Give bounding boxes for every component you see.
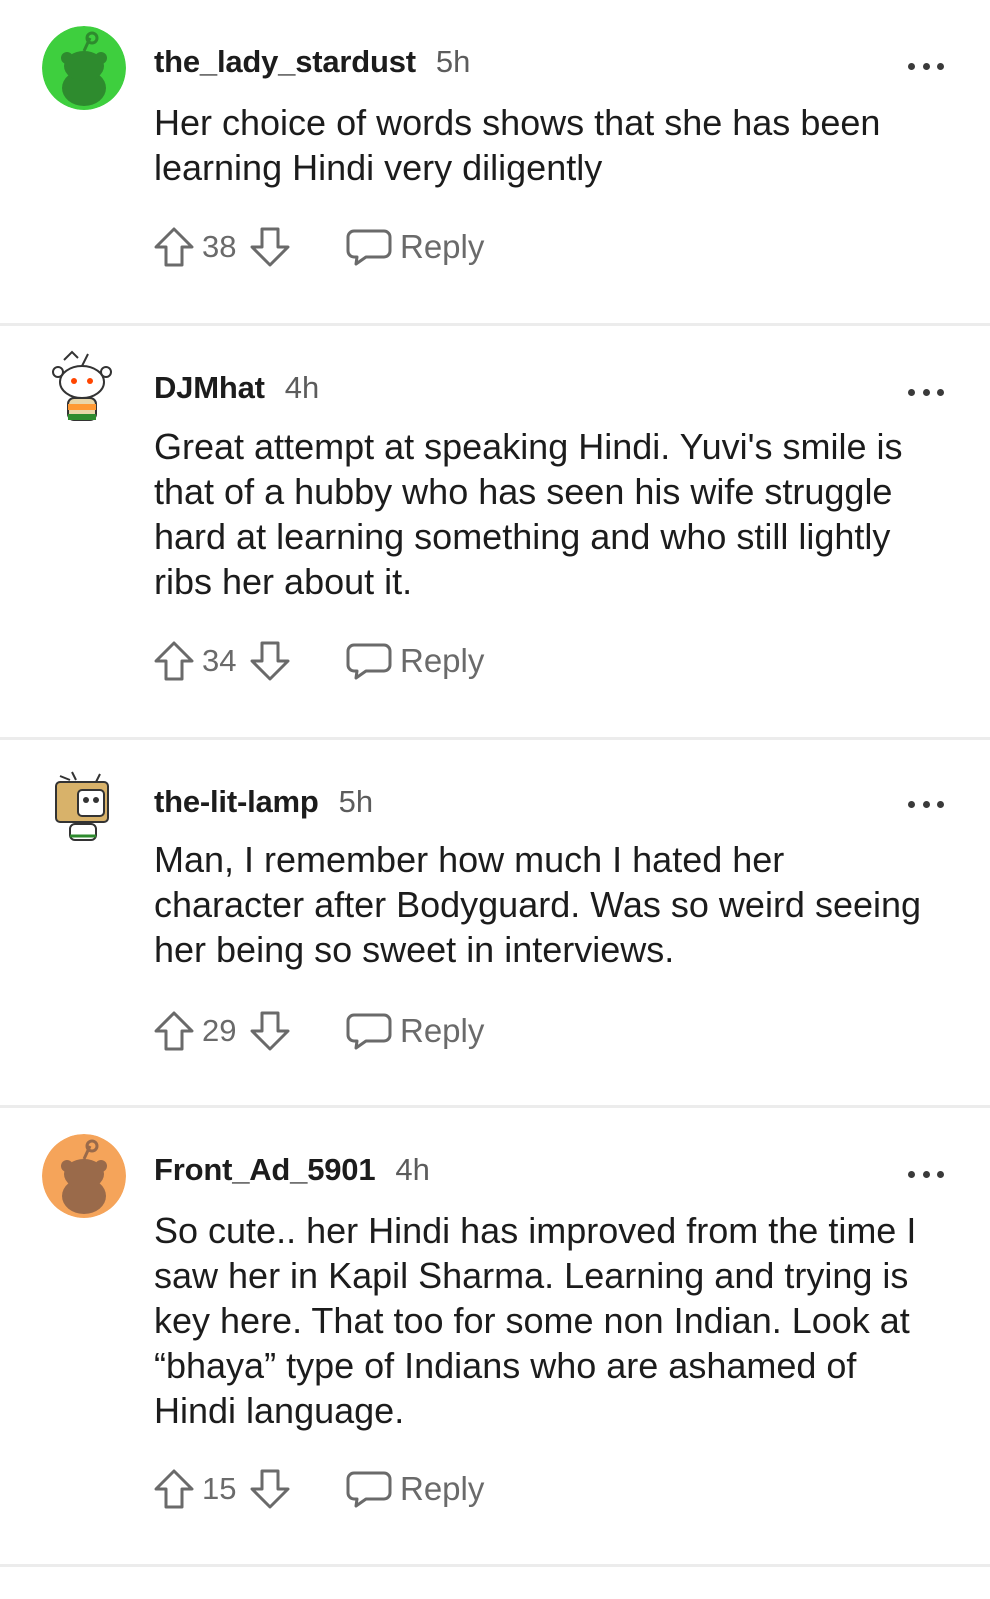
comment: DJMhat 4h Great attempt at speaking Hind…: [0, 326, 990, 738]
more-options-icon[interactable]: [908, 60, 944, 72]
speech-bubble-icon: [346, 643, 392, 680]
speech-bubble-icon: [346, 229, 392, 266]
comment: Front_Ad_5901 4h So cute.. her Hindi has…: [0, 1108, 990, 1566]
snoo-avatar-icon: [55, 771, 109, 841]
user-avatar[interactable]: [42, 348, 126, 432]
comment-body: Man, I remember how much I hated her cha…: [154, 839, 922, 970]
vote-score: 15: [202, 1471, 237, 1506]
comment-actions: 38 Reply: [150, 222, 484, 272]
comment-actions: 15 Reply: [150, 1464, 484, 1514]
more-options-icon[interactable]: [908, 798, 944, 810]
timestamp: 4h: [284, 370, 320, 405]
vote-score: 29: [202, 1013, 237, 1048]
more-options-icon[interactable]: [908, 386, 944, 398]
upvote-icon[interactable]: [150, 1007, 198, 1055]
upvote-icon[interactable]: [150, 637, 198, 685]
speech-bubble-icon: [346, 1013, 392, 1050]
comment-actions: 34 Reply: [150, 636, 484, 686]
timestamp: 5h: [338, 784, 374, 819]
vote-score: 34: [202, 643, 237, 678]
user-avatar[interactable]: [42, 1134, 126, 1218]
reply-button[interactable]: Reply: [346, 1469, 484, 1509]
more-options-icon[interactable]: [908, 1168, 944, 1180]
comment-meta: the_lady_stardust 5h: [154, 44, 470, 84]
timestamp: 4h: [395, 1152, 430, 1187]
reply-button[interactable]: Reply: [346, 1011, 484, 1051]
comment-body: Great attempt at speaking Hindi. Yuvi's …: [154, 426, 903, 602]
comment-meta: DJMhat 4h: [154, 370, 319, 410]
snoo-avatar-icon: [42, 26, 126, 110]
snoo-avatar-icon: [52, 350, 112, 421]
username[interactable]: the_lady_stardust: [154, 44, 416, 80]
downvote-icon[interactable]: [246, 1465, 294, 1513]
downvote-icon[interactable]: [246, 637, 294, 685]
reply-label: Reply: [400, 1012, 485, 1049]
reply-label: Reply: [400, 228, 485, 265]
username[interactable]: Front_Ad_5901: [154, 1152, 376, 1188]
timestamp: 5h: [435, 44, 471, 79]
username[interactable]: the-lit-lamp: [154, 784, 319, 820]
reply-button[interactable]: Reply: [346, 227, 484, 267]
user-avatar[interactable]: [42, 764, 126, 848]
comment-body: So cute.. her Hindi has improved from th…: [154, 1210, 917, 1431]
speech-bubble-icon: [346, 1471, 392, 1508]
vote-score: 38: [202, 229, 237, 264]
user-avatar[interactable]: [42, 26, 126, 110]
comment-feed: the_lady_stardust 5h Her choice of words…: [0, 0, 990, 1599]
comment-meta: Front_Ad_5901 4h: [154, 1152, 430, 1192]
comment-actions: 29 Reply: [150, 1006, 484, 1056]
downvote-icon[interactable]: [246, 223, 294, 271]
snoo-avatar-icon: [42, 1134, 126, 1218]
username[interactable]: DJMhat: [154, 370, 265, 406]
reply-label: Reply: [400, 1470, 485, 1507]
upvote-icon[interactable]: [150, 223, 198, 271]
reply-button[interactable]: Reply: [346, 641, 484, 681]
upvote-icon[interactable]: [150, 1465, 198, 1513]
comment: the_lady_stardust 5h Her choice of words…: [0, 0, 990, 324]
reply-label: Reply: [400, 642, 485, 679]
comment: the-lit-lamp 5h Man, I remember how much…: [0, 740, 990, 1106]
comment-meta: the-lit-lamp 5h: [154, 784, 373, 824]
comment-body: Her choice of words shows that she has b…: [154, 102, 881, 188]
downvote-icon[interactable]: [246, 1007, 294, 1055]
comment-divider: [0, 1564, 990, 1567]
